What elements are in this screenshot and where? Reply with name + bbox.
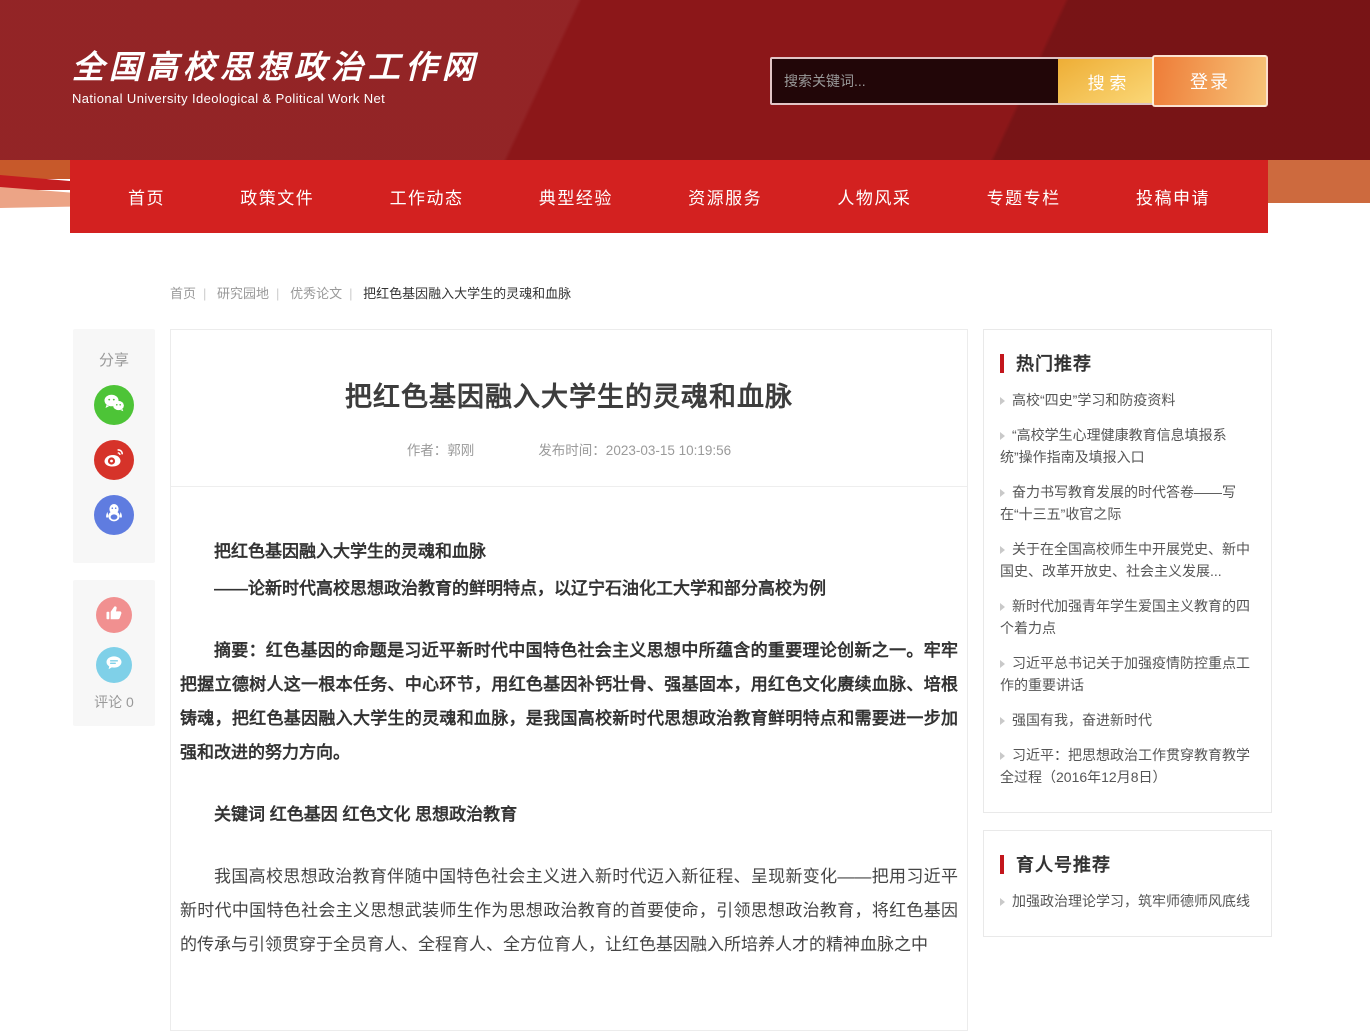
main-nav: 首页 政策文件 工作动态 典型经验 资源服务 人物风采 专题专栏 投稿申请 <box>70 160 1268 233</box>
hot-recommend-list: 高校“四史”学习和防疫资料 “高校学生心理健康教育信息填报系统”操作指南及填报入… <box>1000 389 1255 788</box>
arrow-right-icon <box>1000 432 1005 440</box>
article-paragraph: 把红色基因融入大学生的灵魂和血脉 <box>180 535 958 569</box>
hot-recommend-item[interactable]: 习近平总书记关于加强疫情防控重点工作的重要讲话 <box>1000 652 1255 696</box>
article-author: 作者：郭刚 <box>407 439 475 459</box>
article-title: 把红色基因融入大学生的灵魂和血脉 <box>201 375 937 414</box>
comment-button[interactable] <box>96 647 132 683</box>
breadcrumb-link[interactable]: 首页 <box>170 286 196 301</box>
share-wechat-button[interactable] <box>94 385 134 425</box>
article-meta: 作者：郭刚 发布时间：2023-03-15 10:19:56 <box>201 439 937 459</box>
arrow-right-icon <box>1000 752 1005 760</box>
breadcrumb-separator: | <box>203 286 206 301</box>
hot-recommend-item[interactable]: 强国有我，奋进新时代 <box>1000 709 1255 731</box>
arrow-right-icon <box>1000 717 1005 725</box>
article-panel: 把红色基因融入大学生的灵魂和血脉 作者：郭刚 发布时间：2023-03-15 1… <box>170 329 968 1031</box>
breadcrumb-separator: | <box>276 286 279 301</box>
hot-recommend-item[interactable]: 习近平：把思想政治工作贯穿教育教学全过程（2016年12月8日） <box>1000 744 1255 788</box>
hot-recommend-item[interactable]: 高校“四史”学习和防疫资料 <box>1000 389 1255 411</box>
hot-recommend-item[interactable]: 奋力书写教育发展的时代答卷——写在“十三五”收官之际 <box>1000 481 1255 525</box>
share-qq-button[interactable] <box>94 495 134 535</box>
reaction-box: 评论 0 <box>73 580 155 726</box>
share-box: 分享 <box>73 329 155 563</box>
share-weibo-button[interactable] <box>94 440 134 480</box>
hot-recommend-item[interactable]: 关于在全国高校师生中开展党史、新中国史、改革开放史、社会主义发展... <box>1000 538 1255 582</box>
arrow-right-icon <box>1000 660 1005 668</box>
article-paragraph: 我国高校思想政治教育伴随中国特色社会主义进入新时代迈入新征程、呈现新变化——把用… <box>180 860 958 962</box>
arrow-right-icon <box>1000 546 1005 554</box>
nav-item[interactable]: 资源服务 <box>688 184 762 209</box>
nav-item[interactable]: 首页 <box>128 184 165 209</box>
nav-item[interactable]: 典型经验 <box>539 184 613 209</box>
nav-item[interactable]: 工作动态 <box>390 184 464 209</box>
red-bar-icon <box>1000 855 1004 874</box>
article-paragraph: 关键词 红色基因 红色文化 思想政治教育 <box>180 798 958 832</box>
article-publish-time: 发布时间：2023-03-15 10:19:56 <box>538 439 731 459</box>
site-logo[interactable]: 全国高校思想政治工作网 National University Ideologi… <box>72 50 479 106</box>
nav-item[interactable]: 政策文件 <box>240 184 314 209</box>
yuren-recommend-item[interactable]: 加强政治理论学习，筑牢师德师风底线 <box>1000 890 1255 912</box>
nav-item[interactable]: 专题专栏 <box>987 184 1061 209</box>
site-header: 全国高校思想政治工作网 National University Ideologi… <box>0 0 1370 160</box>
arrow-right-icon <box>1000 397 1005 405</box>
article-header: 把红色基因融入大学生的灵魂和血脉 作者：郭刚 发布时间：2023-03-15 1… <box>171 330 967 487</box>
hot-recommend-title: 热门推荐 <box>1016 350 1092 376</box>
breadcrumb-current: 把红色基因融入大学生的灵魂和血脉 <box>363 286 571 301</box>
breadcrumb: 首页 | 研究园地 | 优秀论文 | 把红色基因融入大学生的灵魂和血脉 <box>170 283 1370 302</box>
article-paragraph: 摘要：红色基因的命题是习近平新时代中国特色社会主义思想中所蕴含的重要理论创新之一… <box>180 634 958 770</box>
arrow-right-icon <box>1000 489 1005 497</box>
yuren-recommend-list: 加强政治理论学习，筑牢师德师风底线 <box>1000 890 1255 912</box>
like-button[interactable] <box>96 597 132 633</box>
breadcrumb-link[interactable]: 研究园地 <box>217 286 269 301</box>
wechat-icon <box>102 391 126 420</box>
breadcrumb-separator: | <box>349 286 352 301</box>
weibo-icon <box>102 446 126 475</box>
yuren-recommend-title: 育人号推荐 <box>1016 851 1111 877</box>
search-button[interactable]: 搜 索 <box>1058 59 1156 103</box>
red-bar-icon <box>1000 354 1004 373</box>
comment-icon <box>104 653 124 678</box>
nav-item[interactable]: 投稿申请 <box>1136 184 1210 209</box>
thumbs-up-icon <box>104 603 124 628</box>
arrow-right-icon <box>1000 603 1005 611</box>
yuren-recommend-box: 育人号推荐 加强政治理论学习，筑牢师德师风底线 <box>983 830 1272 937</box>
hot-recommend-item[interactable]: 新时代加强青年学生爱国主义教育的四个着力点 <box>1000 595 1255 639</box>
hot-recommend-box: 热门推荐 高校“四史”学习和防疫资料 “高校学生心理健康教育信息填报系统”操作指… <box>983 329 1272 813</box>
breadcrumb-link[interactable]: 优秀论文 <box>290 286 342 301</box>
header-search-bar: 搜 索 <box>770 57 1158 105</box>
article-body: 把红色基因融入大学生的灵魂和血脉 ——论新时代高校思想政治教育的鲜明特点，以辽宁… <box>171 487 967 962</box>
article-paragraph: ——论新时代高校思想政治教育的鲜明特点，以辽宁石油化工大学和部分高校为例 <box>180 572 958 606</box>
site-logo-subtitle: National University Ideological & Politi… <box>72 91 479 106</box>
yuren-recommend-header: 育人号推荐 <box>1000 851 1255 877</box>
comment-count-label: 评论 0 <box>73 692 155 712</box>
share-label: 分享 <box>73 349 155 370</box>
share-column: 分享 <box>73 329 155 726</box>
login-button[interactable]: 登录 <box>1152 55 1268 107</box>
site-logo-title: 全国高校思想政治工作网 <box>72 50 479 85</box>
search-input[interactable] <box>772 59 1058 103</box>
hot-recommend-header: 热门推荐 <box>1000 350 1255 376</box>
content-area: 分享 <box>70 329 1270 1031</box>
nav-item[interactable]: 人物风采 <box>837 184 911 209</box>
right-sidebar: 热门推荐 高校“四史”学习和防疫资料 “高校学生心理健康教育信息填报系统”操作指… <box>983 329 1272 937</box>
qq-icon <box>102 501 126 530</box>
hot-recommend-item[interactable]: “高校学生心理健康教育信息填报系统”操作指南及填报入口 <box>1000 424 1255 468</box>
